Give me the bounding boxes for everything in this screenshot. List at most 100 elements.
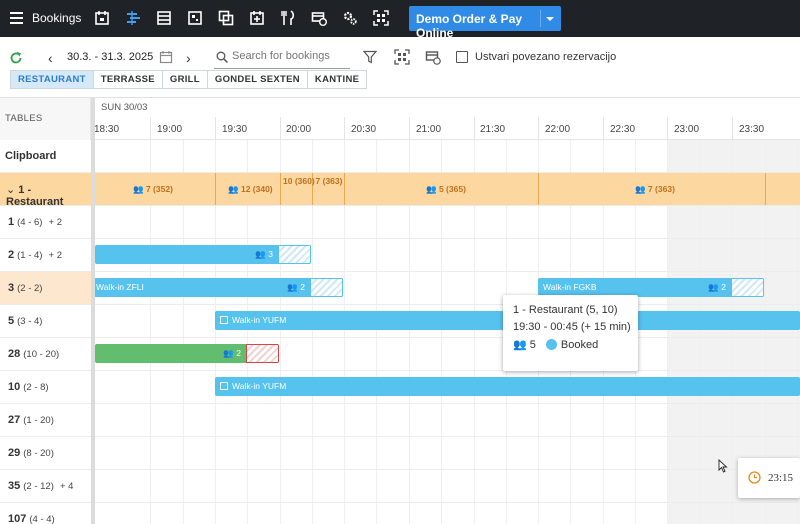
table-row[interactable]: 10 (2 - 8) Walk-in YUFM	[0, 371, 800, 404]
caret-down-icon[interactable]	[546, 17, 554, 21]
row-label: 10 (2 - 8)	[0, 371, 91, 403]
time-divider	[667, 117, 668, 139]
table-row[interactable]: 27 (1 - 20)	[0, 404, 800, 437]
table-row[interactable]: 1 (4 - 6) + 2	[0, 206, 800, 239]
table-row[interactable]: 107 (4 - 4)	[0, 503, 800, 524]
table-capacity: (1 - 4)	[17, 250, 43, 261]
bookings-toolbar: ‹ 30.3. - 31.3. 2025 › Ustvari povezano …	[0, 37, 800, 97]
calendar-icon[interactable]	[94, 10, 110, 26]
segment-count: 12 (340)	[240, 184, 273, 194]
booking-bar[interactable]: Walk-in YUFM	[215, 377, 800, 396]
copy-icon[interactable]	[218, 10, 234, 26]
group-segment[interactable]: 👥 7 (363)	[635, 184, 675, 195]
date-range[interactable]: 30.3. - 31.3. 2025	[67, 51, 153, 63]
table-extra: + 4	[59, 481, 74, 492]
table-row[interactable]: 35 (2 - 12) + 4	[0, 470, 800, 503]
segment-divider	[765, 173, 766, 205]
table-column-divider[interactable]	[91, 98, 95, 524]
tab-terrasse[interactable]: TERRASSE	[93, 71, 163, 88]
time-label: 22:30	[610, 124, 636, 135]
booking-bar[interactable]: 👥 3	[95, 245, 311, 264]
time-popup-value: 23:15	[768, 472, 794, 484]
table-number: 35	[8, 480, 21, 492]
filter-icon[interactable]	[362, 50, 378, 64]
cutlery-icon[interactable]	[280, 10, 296, 26]
settings-icon[interactable]	[342, 10, 358, 26]
booking-bar[interactable]: Walk-in ZFLI 👥 2	[91, 278, 343, 297]
calendar-picker-icon[interactable]	[159, 50, 173, 64]
time-label: 19:30	[222, 124, 248, 135]
table-row[interactable]: 28 (10 - 20) 👥 2	[0, 338, 800, 371]
tab-grill[interactable]: GRILL	[162, 71, 208, 88]
table-capacity: (8 - 20)	[23, 448, 54, 459]
qr-scan-icon[interactable]	[394, 49, 410, 65]
tooltip-guests: 5	[529, 339, 536, 351]
group-segment[interactable]: 7 (363)	[315, 176, 343, 186]
row-name: 1 - Restaurant	[6, 184, 64, 208]
clock-icon	[748, 471, 761, 484]
table-capacity: (4 - 4)	[29, 514, 55, 524]
search-bookings[interactable]	[214, 48, 350, 69]
demo-order-pay-label: Demo Order & Pay Online	[416, 12, 523, 40]
table-row[interactable]: 5 (3 - 4) Walk-in YUFM	[0, 305, 800, 338]
time-divider	[409, 117, 410, 139]
search-input[interactable]	[232, 50, 348, 62]
table-number: 2	[8, 249, 15, 261]
demo-order-pay-button[interactable]: Demo Order & Pay Online	[409, 6, 561, 40]
guests-icon: 👥	[228, 184, 239, 194]
time-label: 20:00	[286, 124, 312, 135]
booking-guests: 👥 3	[255, 249, 273, 259]
table-row[interactable]: 29 (8 - 20)	[0, 437, 800, 470]
list-icon[interactable]	[156, 10, 172, 26]
segment-divider	[538, 173, 539, 205]
time-label: 20:30	[351, 124, 377, 135]
table-row[interactable]: 3 (2 - 2) Walk-in ZFLI 👥 2 Walk-in FGKB 👥…	[0, 272, 800, 305]
tooltip-arrow	[566, 366, 576, 371]
qr-scan-icon[interactable]	[373, 10, 389, 26]
tab-restaurant[interactable]: RESTAURANT	[11, 71, 94, 88]
buffer-time	[246, 344, 279, 363]
row-label: 3 (2 - 2)	[0, 272, 91, 304]
timeline-icon[interactable]	[125, 10, 141, 26]
next-day-button[interactable]: ›	[186, 50, 191, 66]
clipboard-row[interactable]: Clipboard	[0, 140, 800, 173]
segment-divider	[215, 173, 216, 205]
hamburger-icon[interactable]	[10, 12, 23, 24]
linked-reservation-checkbox[interactable]	[456, 51, 468, 63]
group-segment[interactable]: 👥 12 (340)	[228, 184, 273, 195]
refresh-icon[interactable]	[9, 51, 23, 65]
row-label: 2 (1 - 4) + 2	[0, 239, 91, 271]
time-label: 22:00	[545, 124, 571, 135]
group-segment[interactable]: 👥 5 (365)	[426, 184, 466, 195]
tab-kantine[interactable]: KANTINE	[307, 71, 367, 88]
button-separator	[540, 10, 541, 27]
chevron-down-icon[interactable]: ⌄	[6, 184, 15, 196]
calendar-check-icon[interactable]	[249, 10, 265, 26]
payment-icon[interactable]	[425, 49, 441, 65]
time-label: 21:30	[480, 124, 506, 135]
guests-icon: 👥	[635, 184, 646, 194]
table-capacity: (4 - 6)	[17, 217, 43, 228]
buffer-time	[731, 278, 764, 297]
table-capacity: (3 - 4)	[17, 316, 43, 327]
buffer-time	[310, 278, 343, 297]
floorplan-icon[interactable]	[187, 10, 203, 26]
tab-gondel-sexten[interactable]: GONDEL SEXTEN	[207, 71, 308, 88]
group-row-restaurant[interactable]: ⌄ 1 - Restaurant 👥 7 (352) 👥 12 (340) 10…	[0, 173, 800, 208]
guest-count: 2	[721, 282, 726, 292]
booking-bar[interactable]: 👥 2	[95, 344, 279, 363]
table-row[interactable]: 2 (1 - 4) + 2 👥 3	[0, 239, 800, 272]
status-dot-icon	[545, 339, 557, 350]
segment-count: 5 (365)	[438, 184, 466, 194]
booking-timeline-grid: SUN 30/03 18:30 19:00 19:30 20:00 20:30 …	[0, 97, 800, 524]
group-segment[interactable]: 10 (360)	[283, 176, 315, 186]
guests-icon: 👥	[426, 184, 437, 194]
tooltip-status-line: 👥 5 Booked	[513, 338, 628, 351]
prev-day-button[interactable]: ‹	[48, 50, 53, 66]
payment-icon[interactable]	[311, 10, 327, 26]
tooltip-status: Booked	[560, 339, 599, 351]
booking-label: Walk-in FGKB	[543, 282, 597, 292]
row-label: 1 (4 - 6) + 2	[0, 206, 91, 238]
group-segment[interactable]: 👥 7 (352)	[133, 184, 173, 195]
time-divider	[344, 117, 345, 139]
